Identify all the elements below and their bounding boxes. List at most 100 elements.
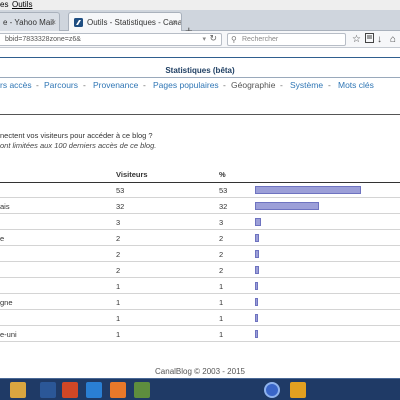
star-icon[interactable]: ☆ — [352, 33, 361, 46]
section-divider — [0, 114, 400, 115]
search-placeholder: Rechercher — [242, 36, 279, 43]
visitor-count: 1 — [116, 282, 121, 291]
percent-bar — [255, 282, 258, 290]
percent-bar — [255, 234, 259, 242]
percent-bar — [255, 298, 258, 306]
canalblog-favicon-icon — [74, 18, 83, 27]
table-row: 11 — [0, 311, 400, 326]
tab-close-icon[interactable]: × — [172, 13, 177, 31]
media-player-icon[interactable] — [264, 382, 280, 398]
table-row: 11 — [0, 279, 400, 294]
tab-label: Outils - Statistiques - Canal... — [87, 18, 182, 27]
section-question: nectent vos visiteurs pour accéder à ce … — [0, 131, 153, 140]
page-content: Statistiques (bêta) rs accès - Parcours … — [0, 49, 400, 376]
nav-separator: - — [36, 80, 39, 90]
table-row: e-uni 1 1 — [0, 327, 400, 342]
table-header: Visiteurs % — [0, 170, 400, 182]
nav-link-acces[interactable]: rs accès — [0, 80, 32, 90]
table-row: 53 53 — [0, 183, 400, 198]
tab-close-icon[interactable]: × — [51, 13, 56, 31]
visitor-percent: 53 — [219, 186, 228, 195]
nav-separator: - — [280, 80, 283, 90]
nav-link-geographie: Géographie — [231, 80, 276, 90]
nav-link-systeme[interactable]: Système — [290, 80, 323, 90]
title-divider — [0, 77, 400, 78]
search-icon: ⚲ — [231, 35, 237, 44]
nav-separator: - — [223, 80, 226, 90]
footer-copyright: CanalBlog © 2003 - 2015 — [155, 367, 245, 376]
tab-label: e - Yahoo Mail — [3, 18, 54, 27]
stats-nav: rs accès - Parcours - Provenance - Pages… — [0, 80, 400, 92]
internet-explorer-icon[interactable] — [86, 382, 102, 398]
visitor-count: 53 — [116, 186, 125, 195]
percent-bar — [255, 314, 258, 322]
search-input[interactable]: ⚲ Rechercher — [227, 33, 346, 46]
table-row: 22 — [0, 263, 400, 278]
download-icon[interactable]: ↓ — [377, 33, 382, 46]
visitor-count: 32 — [116, 202, 125, 211]
windows-taskbar — [0, 378, 400, 400]
visitor-percent: 2 — [219, 250, 224, 259]
nav-separator: - — [143, 80, 146, 90]
windows-media-icon[interactable] — [290, 382, 306, 398]
visitor-percent: 1 — [219, 330, 224, 339]
tab-strip: e - Yahoo Mail × Outils - Statistiques -… — [0, 10, 400, 38]
photos-icon[interactable] — [134, 382, 150, 398]
table-row: gne 1 1 — [0, 295, 400, 310]
tab-yahoo-mail[interactable]: e - Yahoo Mail × — [0, 12, 60, 31]
stats-title: Statistiques (bêta) — [165, 66, 235, 75]
nav-separator: - — [328, 80, 331, 90]
table-row: e 2 2 — [0, 231, 400, 246]
percent-bar — [255, 202, 319, 210]
nav-link-provenance[interactable]: Provenance — [93, 80, 138, 90]
top-rule — [0, 57, 400, 58]
visitor-count: 2 — [116, 250, 121, 259]
url-text: bbid=7833328zone=z6& — [5, 36, 81, 43]
reload-icon[interactable]: ↻ — [209, 33, 217, 44]
nav-link-pages-populaires[interactable]: Pages populaires — [153, 80, 219, 90]
visitor-percent: 1 — [219, 314, 224, 323]
visitor-percent: 2 — [219, 266, 224, 275]
menu-bar: es Outils — [0, 0, 400, 10]
visitor-count: 1 — [116, 330, 121, 339]
home-icon[interactable]: ⌂ — [390, 33, 396, 46]
file-explorer-icon[interactable] — [10, 382, 26, 398]
table-row: 22 — [0, 247, 400, 262]
firefox-icon[interactable] — [110, 382, 126, 398]
visitor-percent: 2 — [219, 234, 224, 243]
chevron-down-icon[interactable]: ▾ — [202, 34, 206, 45]
country-name: e-uni — [0, 330, 17, 339]
visitor-percent: 1 — [219, 282, 224, 291]
word-icon[interactable] — [40, 382, 56, 398]
country-name: gne — [0, 298, 13, 307]
percent-bar — [255, 186, 361, 194]
menu-item-tools[interactable]: Outils — [12, 0, 32, 10]
visitor-count: 3 — [116, 218, 121, 227]
percent-bar — [255, 218, 261, 226]
country-name: ais — [0, 202, 10, 211]
country-name: e — [0, 234, 5, 243]
header-percent: % — [219, 170, 226, 179]
visitor-count: 1 — [116, 314, 121, 323]
address-bar[interactable]: bbid=7833328zone=z6& ▾ ↻ — [0, 33, 222, 46]
reader-icon[interactable] — [365, 33, 374, 47]
visitor-percent: 3 — [219, 218, 224, 227]
menu-item-edit[interactable]: es — [0, 0, 8, 10]
percent-bar — [255, 250, 259, 258]
nav-separator: - — [83, 80, 86, 90]
visitor-count: 2 — [116, 234, 121, 243]
visitor-percent: 32 — [219, 202, 228, 211]
tab-statistiques[interactable]: Outils - Statistiques - Canal... × — [68, 12, 182, 31]
header-visitors: Visiteurs — [116, 170, 148, 179]
navigation-bar: bbid=7833328zone=z6& ▾ ↻ ⚲ Rechercher ☆ … — [0, 31, 400, 48]
powerpoint-icon[interactable] — [62, 382, 78, 398]
percent-bar — [255, 330, 258, 338]
nav-link-parcours[interactable]: Parcours — [44, 80, 78, 90]
table-row: ais 32 32 — [0, 199, 400, 214]
table-row: 33 — [0, 215, 400, 230]
nav-link-mots-cles[interactable]: Mots clés — [338, 80, 374, 90]
percent-bar — [255, 266, 259, 274]
section-note: ont limitées aux 100 derniers accès de c… — [0, 141, 157, 150]
visitor-percent: 1 — [219, 298, 224, 307]
visitor-count: 2 — [116, 266, 121, 275]
